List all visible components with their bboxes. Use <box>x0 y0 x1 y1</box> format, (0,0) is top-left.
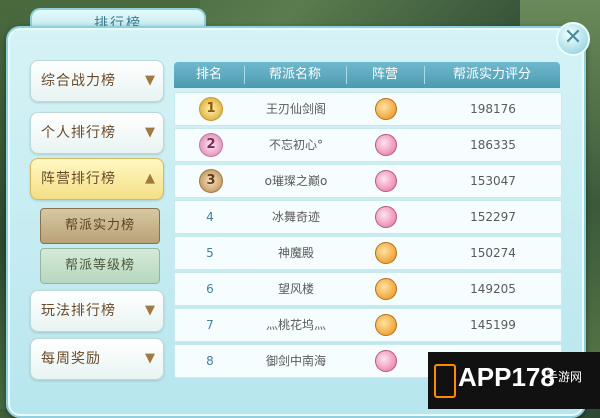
guild-score: 186335 <box>470 138 516 152</box>
table-row[interactable]: 5 神魔殿 150274 <box>174 236 562 270</box>
faction-orange-icon <box>375 98 397 120</box>
ranking-table: 排名 帮派名称 阵营 帮派实力评分 1 王刃仙剑阁 198176 2 不忘初心° 1863… <box>174 62 562 402</box>
chevron-down-icon: ▼ <box>145 303 155 318</box>
watermark-subtext: 手游网 <box>546 370 583 384</box>
guild-name: o璀璨之巅o <box>264 174 328 188</box>
sidebar: 综合战力榜 ▼ 个人排行榜 ▼ 阵营排行榜 ▲ 帮派实力榜 帮派等级榜 玩法排行… <box>20 50 170 400</box>
subitem-guild-strength[interactable]: 帮派实力榜 <box>40 208 160 244</box>
rank-medal-icon: 2 <box>199 133 223 157</box>
close-button[interactable]: ✕ <box>556 22 590 56</box>
table-row[interactable]: 1 王刃仙剑阁 198176 <box>174 92 562 126</box>
chevron-up-icon: ▲ <box>145 171 155 186</box>
guild-name: 不忘初心° <box>268 138 323 152</box>
subitem-label: 帮派等级榜 <box>64 258 135 273</box>
guild-score: 198176 <box>470 102 516 116</box>
table-row[interactable]: 3 o璀璨之巅o 153047 <box>174 164 562 198</box>
chevron-down-icon: ▼ <box>145 351 155 366</box>
table-row[interactable]: 7 灬桃花坞灬 145199 <box>174 308 562 342</box>
guild-name: 王刃仙剑阁 <box>265 102 326 116</box>
table-row[interactable]: 4 冰舞奇迹 152297 <box>174 200 562 234</box>
chevron-down-icon: ▼ <box>145 73 155 88</box>
chevron-down-icon: ▼ <box>145 125 155 140</box>
header-guild-name: 帮派名称 <box>268 67 321 82</box>
category-faction[interactable]: 阵营排行榜 ▲ <box>30 158 164 200</box>
header-guild-score: 帮派实力评分 <box>452 67 531 82</box>
close-icon: ✕ <box>563 25 583 50</box>
subitem-guild-level[interactable]: 帮派等级榜 <box>40 248 160 284</box>
guild-score: 152297 <box>470 210 516 224</box>
table-header: 排名 帮派名称 阵营 帮派实力评分 <box>174 62 560 88</box>
faction-pink-icon <box>375 134 397 156</box>
faction-orange-icon <box>375 314 397 336</box>
category-gameplay[interactable]: 玩法排行榜 ▼ <box>30 290 164 332</box>
category-label: 玩法排行榜 <box>41 303 116 319</box>
rank-number: 5 <box>206 246 214 260</box>
phone-logo-icon <box>434 364 456 398</box>
guild-name: 灬桃花坞灬 <box>265 318 326 332</box>
faction-pink-icon <box>375 170 397 192</box>
watermark-text: APP178 <box>458 362 555 392</box>
faction-orange-icon <box>375 242 397 264</box>
faction-pink-icon <box>375 206 397 228</box>
rank-number: 4 <box>206 210 214 224</box>
category-label: 个人排行榜 <box>41 125 116 141</box>
rank-number: 8 <box>206 354 214 368</box>
category-label: 阵营排行榜 <box>41 171 116 187</box>
category-weekly-reward[interactable]: 每周奖励 ▼ <box>30 338 164 380</box>
faction-pink-icon <box>375 350 397 372</box>
guild-name: 御剑中南海 <box>265 354 326 368</box>
guild-name: 望风楼 <box>277 282 314 296</box>
rank-medal-icon: 3 <box>199 169 223 193</box>
faction-orange-icon <box>375 278 397 300</box>
subitem-label: 帮派实力榜 <box>64 218 135 233</box>
category-personal[interactable]: 个人排行榜 ▼ <box>30 112 164 154</box>
guild-score: 153047 <box>470 174 516 188</box>
guild-name: 神魔殿 <box>277 246 314 260</box>
header-faction: 阵营 <box>371 67 398 82</box>
table-row[interactable]: 2 不忘初心° 186335 <box>174 128 562 162</box>
category-overall-power[interactable]: 综合战力榜 ▼ <box>30 60 164 102</box>
guild-name: 冰舞奇迹 <box>271 210 320 224</box>
header-rank: 排名 <box>195 67 222 82</box>
rank-number: 6 <box>206 282 214 296</box>
category-label: 综合战力榜 <box>41 73 116 89</box>
guild-score: 149205 <box>470 282 516 296</box>
table-row[interactable]: 6 望风楼 149205 <box>174 272 562 306</box>
guild-score: 150274 <box>470 246 516 260</box>
guild-score: 145199 <box>470 318 516 332</box>
rank-number: 7 <box>206 318 214 332</box>
watermark: APP178 手游网 <box>428 352 600 409</box>
rank-medal-icon: 1 <box>199 97 223 121</box>
category-label: 每周奖励 <box>41 351 101 367</box>
